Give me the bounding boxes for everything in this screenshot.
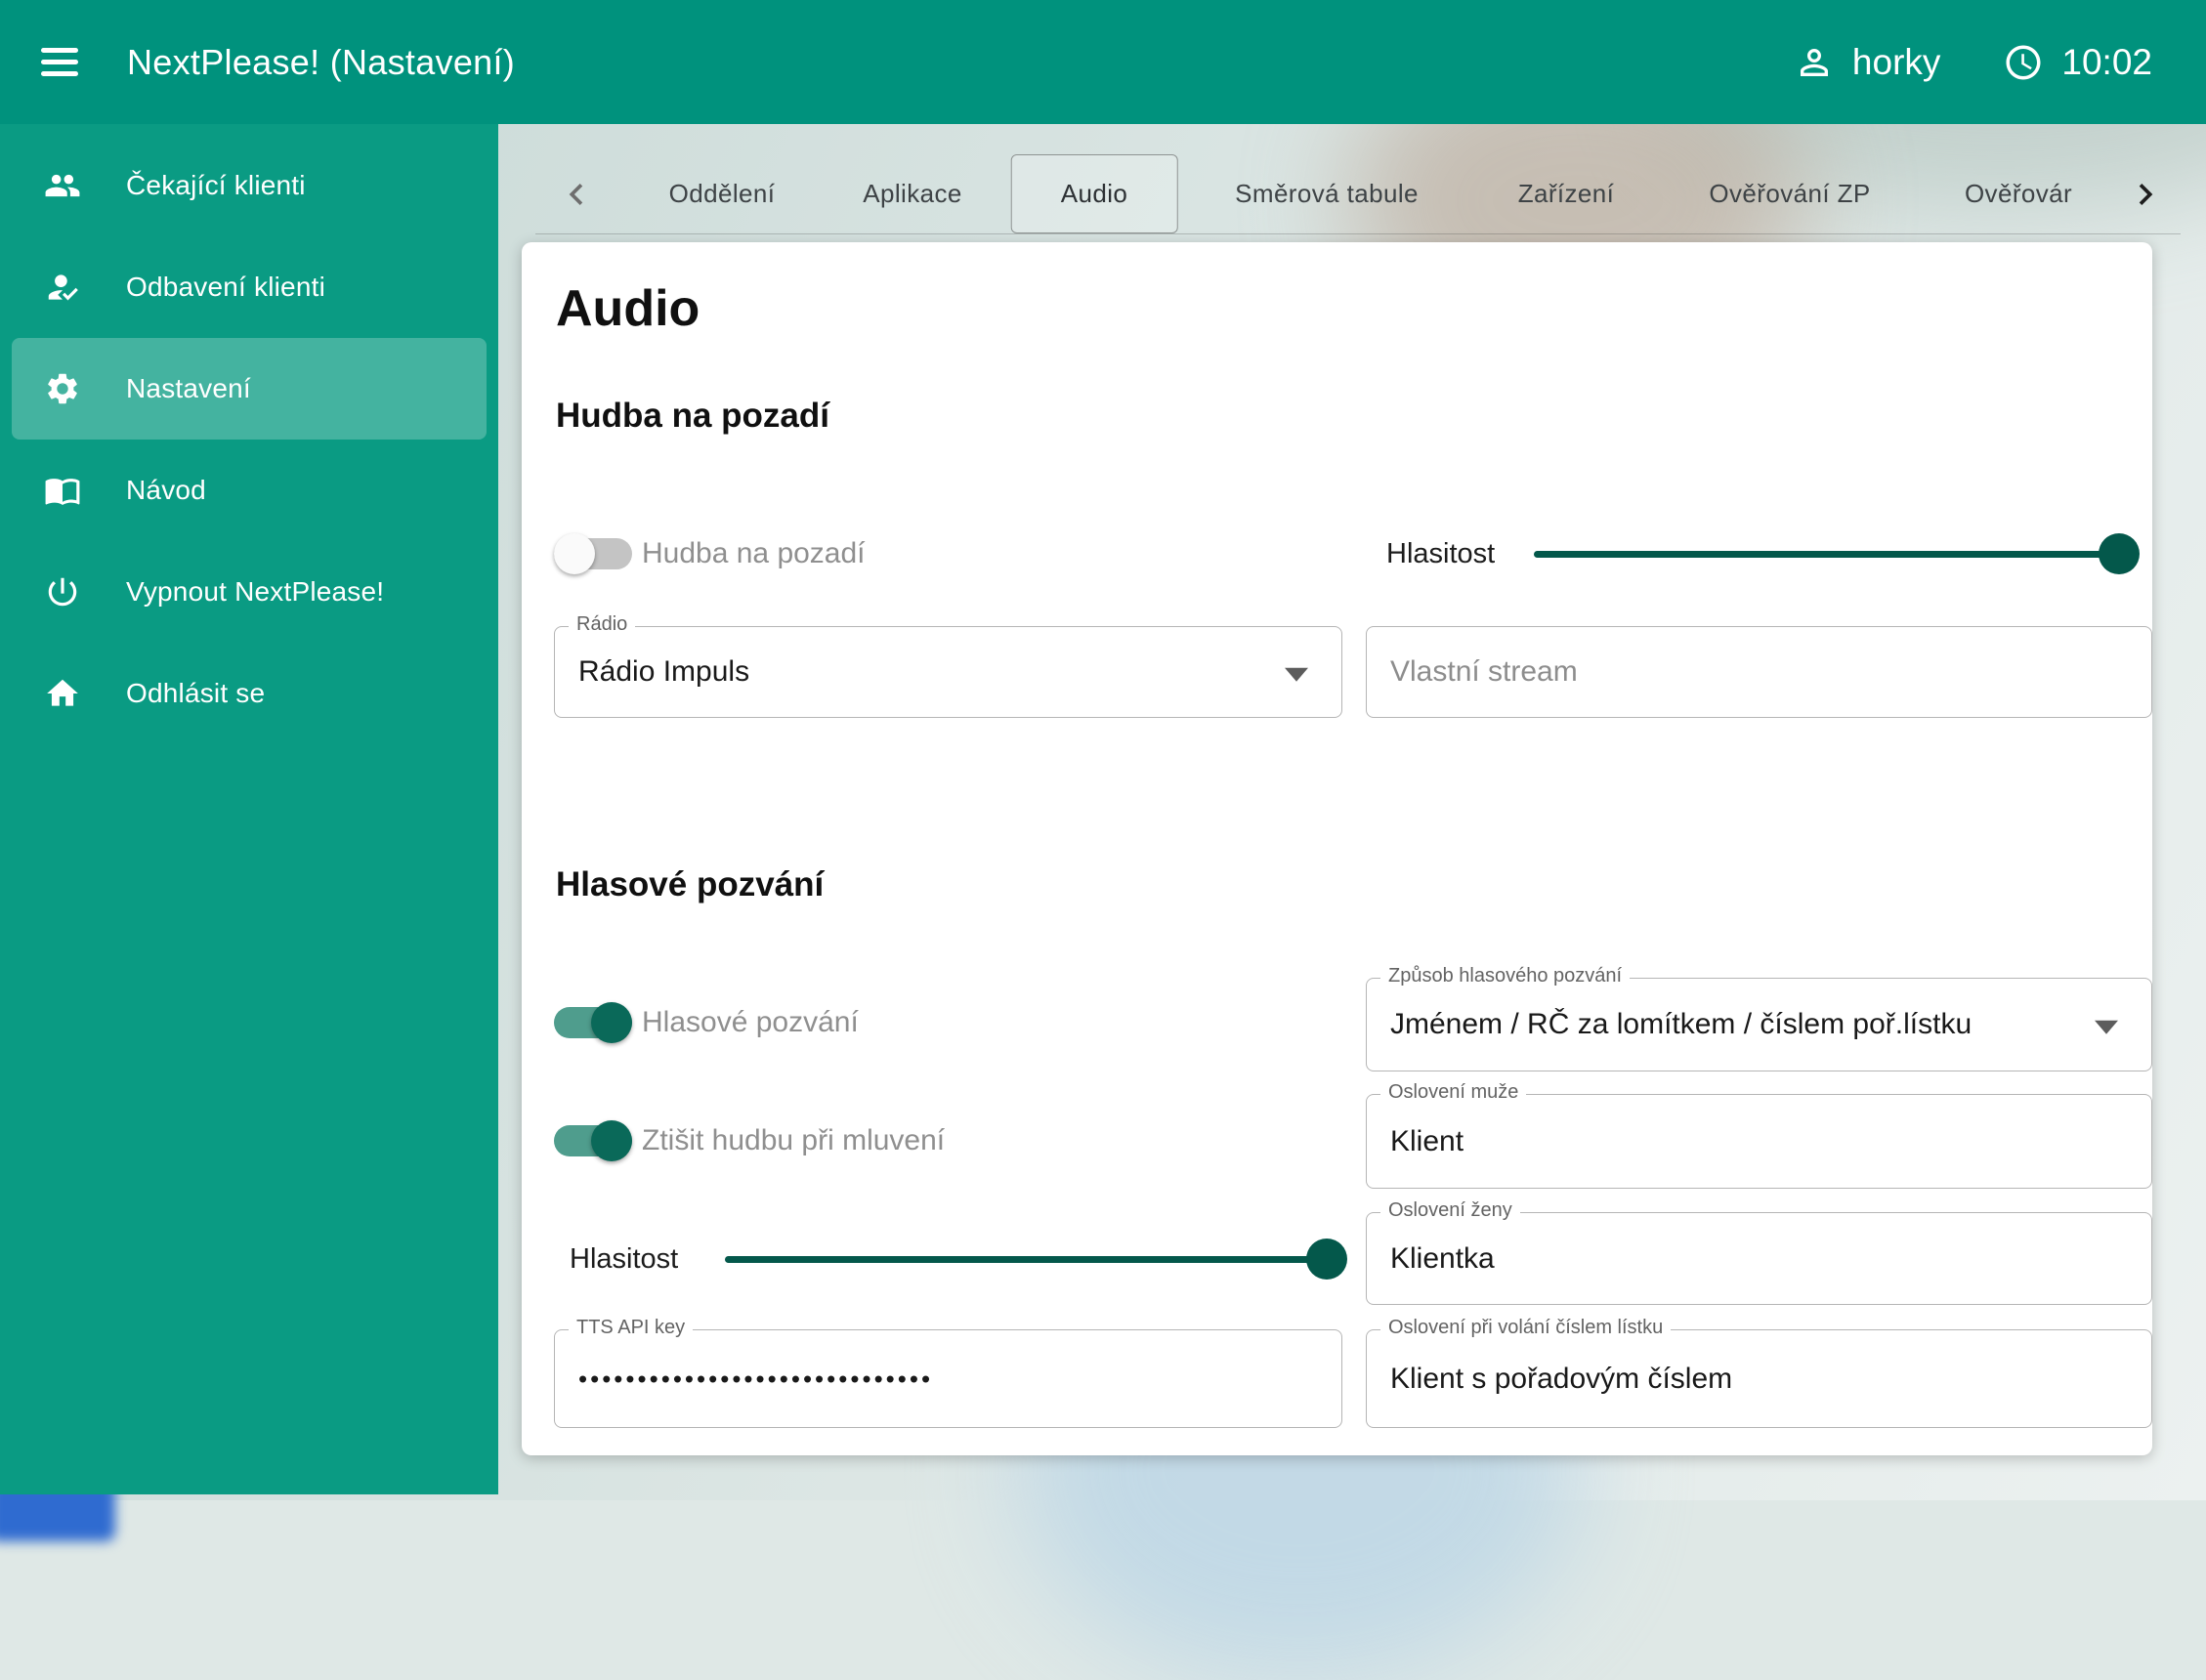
menu-button[interactable] bbox=[41, 41, 78, 83]
chevron-right-icon bbox=[2139, 183, 2153, 205]
tab-bar: Oddělení Aplikace Audio Směrová tabule Z… bbox=[535, 154, 2181, 234]
voice-method-select[interactable]: Způsob hlasového pozvání Jménem / RČ za … bbox=[1366, 965, 2152, 1071]
ticket-number-salutation-input[interactable]: Oslovení při volání číslem lístku Klient… bbox=[1366, 1317, 2152, 1428]
voice-method-label: Způsob hlasového pozvání bbox=[1380, 965, 1631, 987]
sidebar-item-label: Nastavení bbox=[126, 373, 251, 403]
sidebar-item-navod[interactable]: Návod bbox=[12, 440, 487, 541]
person-check-icon bbox=[48, 274, 78, 301]
person-icon bbox=[1800, 48, 1828, 76]
tab-overovar[interactable]: Ověřovár bbox=[1965, 154, 2072, 233]
ticket-number-salutation-value: Klient s pořadovým číslem bbox=[1390, 1362, 1733, 1395]
tab-smerova-tabule[interactable]: Směrová tabule bbox=[1235, 154, 1419, 233]
sidebar-item-label: Čekající klienti bbox=[126, 170, 306, 200]
tts-api-key-label: TTS API key bbox=[569, 1317, 694, 1339]
tabs-scroll-right-button[interactable] bbox=[2118, 154, 2173, 233]
voice-invite-toggle-label: Hlasové pozvání bbox=[642, 1006, 859, 1038]
tab-audio[interactable]: Audio bbox=[1010, 154, 1178, 233]
gear-icon bbox=[48, 373, 77, 404]
tab-zarizeni[interactable]: Zařízení bbox=[1518, 154, 1615, 233]
tab-oddeleni[interactable]: Oddělení bbox=[669, 154, 776, 233]
slider-track bbox=[725, 1256, 1343, 1263]
ticket-number-salutation-label: Oslovení při volání číslem lístku bbox=[1380, 1317, 1672, 1339]
music-volume-label: Hlasitost bbox=[1386, 538, 1496, 569]
sidebar-item-label: Návod bbox=[126, 475, 206, 505]
male-salutation-input[interactable]: Oslovení muže Klient bbox=[1366, 1081, 2152, 1189]
slider-track bbox=[1534, 551, 2136, 558]
app-window: NextPlease! (Nastavení) horky 10:02 Čeka… bbox=[0, 0, 2206, 1680]
user-menu[interactable]: horky bbox=[1794, 42, 1940, 83]
radio-select[interactable]: Rádio Rádio Impuls bbox=[554, 613, 1342, 718]
home-icon bbox=[47, 679, 78, 706]
username: horky bbox=[1851, 41, 1941, 82]
voice-volume-slider[interactable] bbox=[725, 1238, 1347, 1281]
sidebar-item-label: Odhlásit se bbox=[126, 678, 266, 708]
slider-thumb[interactable] bbox=[1306, 1239, 1347, 1280]
dropdown-arrow-icon bbox=[1285, 667, 1308, 682]
male-salutation-value: Klient bbox=[1390, 1124, 1464, 1157]
voice-volume-label: Hlasitost bbox=[570, 1243, 679, 1275]
male-salutation-label: Oslovení muže bbox=[1380, 1081, 1527, 1104]
dropdown-arrow-icon bbox=[2095, 1020, 2118, 1034]
voice-method-value: Jménem / RČ za lomítkem / číslem poř.lís… bbox=[1390, 1008, 1973, 1040]
toggle-thumb bbox=[591, 1002, 632, 1043]
female-salutation-input[interactable]: Oslovení ženy Klientka bbox=[1366, 1199, 2152, 1305]
header-right: horky 10:02 bbox=[1794, 42, 2152, 83]
hamburger-icon bbox=[41, 48, 78, 76]
main-content: Oddělení Aplikace Audio Směrová tabule Z… bbox=[498, 124, 2206, 1500]
sidebar-item-nastaveni[interactable]: Nastavení bbox=[12, 338, 487, 440]
app-title: NextPlease! (Nastavení) bbox=[127, 41, 516, 82]
female-salutation-label: Oslovení ženy bbox=[1380, 1199, 1520, 1222]
mute-music-toggle[interactable] bbox=[554, 1119, 632, 1162]
voice-invite-toggle[interactable] bbox=[554, 1001, 632, 1044]
mute-music-toggle-label: Ztišit hudbu při mluvení bbox=[642, 1124, 946, 1156]
app-header: NextPlease! (Nastavení) horky 10:02 bbox=[0, 0, 2206, 124]
time: 10:02 bbox=[2061, 41, 2152, 82]
page-title: Audio bbox=[556, 280, 700, 337]
settings-card: Audio Hudba na pozadí Hudba na pozadí Hl… bbox=[522, 242, 2152, 1455]
power-icon bbox=[48, 577, 77, 607]
sidebar-item-vypnout[interactable]: Vypnout NextPlease! bbox=[12, 541, 487, 643]
slider-thumb[interactable] bbox=[2099, 533, 2140, 574]
background-music-toggle-label: Hudba na pozadí bbox=[642, 537, 866, 569]
tabs-scroll-left-button[interactable] bbox=[549, 154, 604, 233]
book-icon bbox=[45, 479, 80, 506]
sidebar: Čekající klienti Odbavení klienti Nastav… bbox=[0, 124, 498, 1494]
toggle-thumb bbox=[554, 533, 595, 574]
music-volume-slider[interactable] bbox=[1534, 532, 2140, 575]
music-section-title: Hudba na pozadí bbox=[556, 397, 829, 435]
sidebar-item-label: Odbavení klienti bbox=[126, 272, 325, 302]
tab-overovani-zp[interactable]: Ověřování ZP bbox=[1709, 154, 1870, 233]
clock-icon bbox=[2006, 45, 2041, 79]
custom-stream-placeholder: Vlastní stream bbox=[1390, 655, 1578, 688]
tts-api-key-value: •••••••••••••••••••••••••••••• bbox=[578, 1364, 934, 1393]
tab-aplikace[interactable]: Aplikace bbox=[863, 154, 961, 233]
voice-section-title: Hlasové pozvání bbox=[556, 865, 825, 903]
sidebar-item-cekajici-klienti[interactable]: Čekající klienti bbox=[12, 135, 487, 236]
clock: 10:02 bbox=[2003, 42, 2152, 83]
custom-stream-input[interactable]: Vlastní stream bbox=[1366, 626, 2152, 718]
tts-api-key-input[interactable]: TTS API key ••••••••••••••••••••••••••••… bbox=[554, 1317, 1342, 1428]
toggle-thumb bbox=[591, 1120, 632, 1161]
sidebar-item-label: Vypnout NextPlease! bbox=[126, 576, 385, 607]
sidebar-item-odhlasit[interactable]: Odhlásit se bbox=[12, 643, 487, 744]
radio-select-label: Rádio bbox=[569, 613, 636, 636]
background-music-toggle[interactable] bbox=[554, 532, 632, 575]
sidebar-item-odbaveni-klienti[interactable]: Odbavení klienti bbox=[12, 236, 487, 338]
radio-select-value: Rádio Impuls bbox=[578, 655, 750, 688]
people-icon bbox=[45, 174, 80, 197]
chevron-left-icon bbox=[569, 183, 583, 205]
female-salutation-value: Klientka bbox=[1390, 1241, 1495, 1275]
